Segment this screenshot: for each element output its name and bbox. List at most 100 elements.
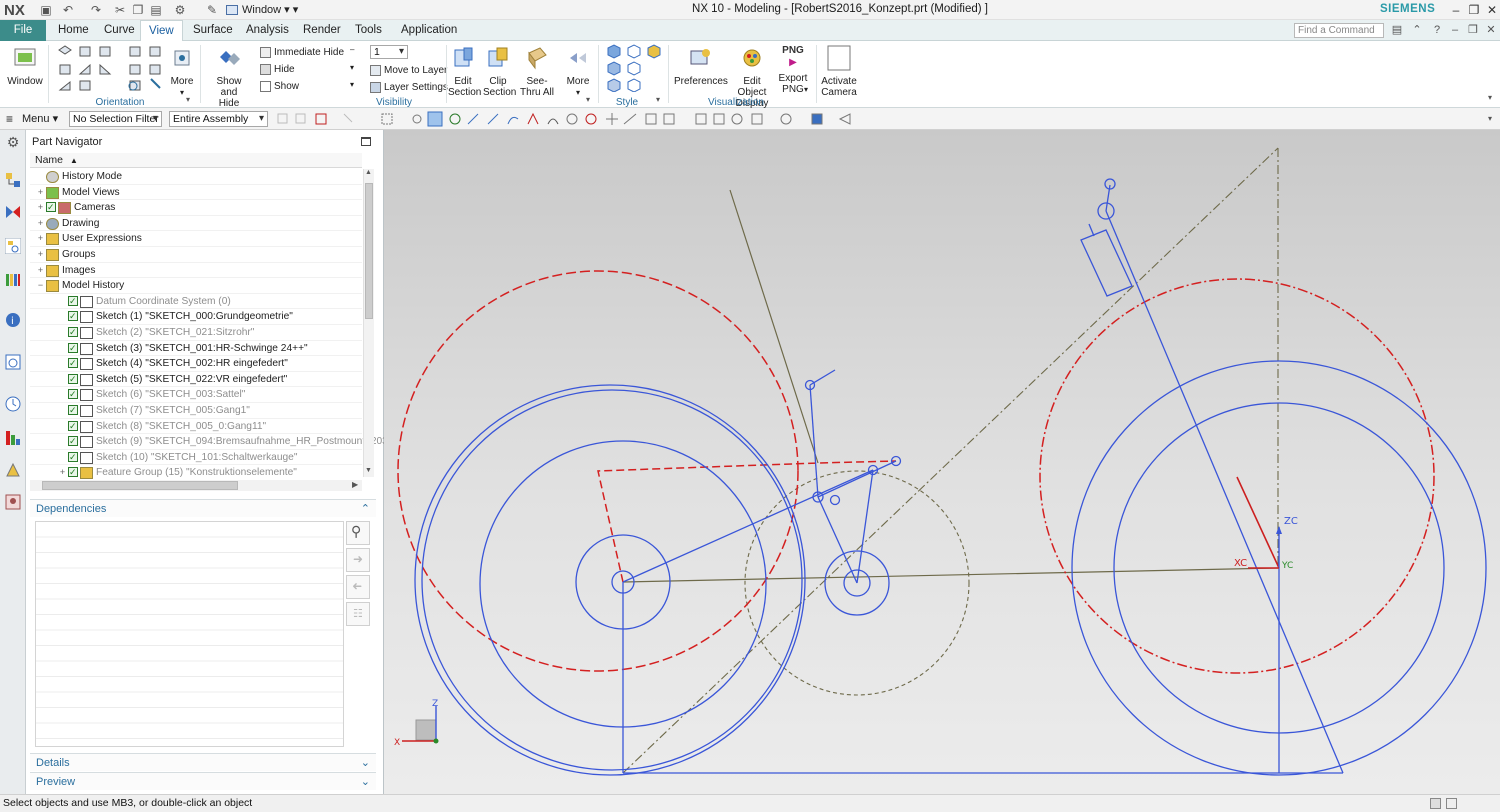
tab-application[interactable]: Application <box>393 20 465 41</box>
show-more-dropdown[interactable]: ▾ <box>350 80 354 89</box>
roles-icon[interactable] <box>5 494 21 510</box>
maximize-navigator-icon[interactable] <box>361 137 371 146</box>
name-column-header[interactable]: Name ▲ <box>30 153 362 168</box>
tree-row[interactable]: Sketch (9) "SKETCH_094:Bremsaufnahme_HR_… <box>30 434 408 450</box>
tab-file[interactable]: File <box>0 20 46 41</box>
tree-row[interactable]: + Feature Group (15) "Konstruktionselemen… <box>30 465 362 481</box>
status-icon-1[interactable] <box>1430 798 1441 809</box>
restore-button[interactable]: ❐ <box>1466 2 1482 18</box>
expand-toggle-icon[interactable]: + <box>58 465 67 480</box>
export-png-button[interactable]: PNG ▶ Export PNG ▾ <box>776 45 810 95</box>
hide-dropdown[interactable]: – <box>350 45 354 54</box>
work-layer-select[interactable]: 1 <box>370 45 408 59</box>
reuse-library-icon[interactable] <box>5 272 21 288</box>
process-studio-icon[interactable] <box>5 462 21 478</box>
orientation-more-button[interactable]: More ▾ <box>168 45 196 98</box>
part-navigator-icon[interactable] <box>5 238 21 254</box>
collapse-ribbon-icon[interactable]: ⌃ <box>1410 23 1424 37</box>
preview-panel-header[interactable]: Preview ⌄ <box>30 772 376 790</box>
visibility-checkbox[interactable] <box>68 372 78 387</box>
section-more-button[interactable]: More ▾ <box>564 45 592 98</box>
visibility-checkbox[interactable] <box>68 294 78 309</box>
tab-view[interactable]: View <box>140 20 183 42</box>
preferences-button[interactable]: Preferences <box>674 45 728 87</box>
bike-sketch-canvas[interactable]: ZC XC YC Z X <box>384 130 1500 794</box>
tab-home[interactable]: Home <box>50 20 97 41</box>
dependency-forward-button[interactable]: ➜ <box>346 548 370 572</box>
settings-gear-icon[interactable]: ⚙ <box>5 134 21 150</box>
visibility-checkbox[interactable] <box>68 341 78 356</box>
clip-section-button[interactable]: Clip Section <box>482 45 516 98</box>
dependency-tree-button[interactable]: ☷ <box>346 602 370 626</box>
visibility-checkbox[interactable] <box>68 309 78 324</box>
expand-toggle-icon[interactable]: + <box>36 231 45 246</box>
hd3d-tools-icon[interactable]: i <box>5 312 21 328</box>
tree-row[interactable]: Sketch (2) "SKETCH_021:Sitzrohr" <box>30 325 362 341</box>
tree-row[interactable]: + Cameras <box>30 200 362 216</box>
show-dropdown[interactable]: ▾ <box>350 63 354 72</box>
immediate-hide-button[interactable]: Immediate Hide <box>260 45 344 60</box>
tab-surface[interactable]: Surface <box>185 20 241 41</box>
status-icon-2[interactable] <box>1446 798 1457 809</box>
system-materials-icon[interactable] <box>5 430 21 446</box>
visibility-checkbox[interactable] <box>46 200 56 215</box>
doc-close-icon[interactable]: ✕ <box>1484 23 1498 37</box>
dependencies-panel-header[interactable]: Dependencies ⌃ <box>30 499 376 517</box>
tree-row[interactable]: Datum Coordinate System (0) <box>30 294 362 310</box>
tree-row[interactable]: + Drawing <box>30 216 362 232</box>
scroll-up-icon[interactable]: ▲ <box>365 169 372 176</box>
visibility-checkbox[interactable] <box>68 419 78 434</box>
tree-row[interactable]: Sketch (5) "SKETCH_022:VR eingefedert" <box>30 372 362 388</box>
move-to-layer-button[interactable]: Move to Layer <box>370 63 447 78</box>
dependency-find-button[interactable]: ⚲ <box>346 521 370 545</box>
navigator-vertical-scrollbar[interactable]: ▲ ▼ <box>363 169 374 477</box>
expand-toggle-icon[interactable]: + <box>36 216 45 231</box>
section-group-expander[interactable]: ▾ <box>586 95 590 104</box>
expand-toggle-icon[interactable]: − <box>36 278 45 293</box>
activate-camera-button[interactable]: Activate Camera <box>820 45 858 98</box>
tree-row[interactable]: − Model History <box>30 278 362 294</box>
graphics-window[interactable]: ZC XC YC Z X <box>384 130 1500 794</box>
menu-button[interactable]: ≡ Menu ▾ <box>6 111 58 127</box>
navigator-horizontal-scroll-thumb[interactable] <box>42 481 238 490</box>
doc-restore-icon[interactable]: ❐ <box>1466 23 1480 37</box>
visibility-checkbox[interactable] <box>68 450 78 465</box>
constraint-navigator-icon[interactable] <box>5 204 21 220</box>
visibility-checkbox[interactable] <box>68 465 78 480</box>
tree-row[interactable]: Sketch (3) "SKETCH_001:HR-Schwinge 24++" <box>30 341 362 357</box>
ribbon-options-icon[interactable]: ▤ <box>1390 23 1404 37</box>
minimize-button[interactable]: – <box>1448 2 1464 18</box>
tree-row[interactable]: + Groups <box>30 247 362 263</box>
hide-button[interactable]: Hide <box>260 62 295 77</box>
selection-scope-dropdown[interactable]: Entire Assembly <box>169 111 268 127</box>
tree-row[interactable]: History Mode <box>30 169 362 185</box>
see-thru-all-button[interactable]: See-Thru All <box>516 45 558 98</box>
tree-row[interactable]: Sketch (7) "SKETCH_005:Gang1" <box>30 403 362 419</box>
help-icon[interactable]: ? <box>1430 23 1444 37</box>
visibility-checkbox[interactable] <box>68 356 78 371</box>
expand-toggle-icon[interactable]: + <box>36 200 45 215</box>
tree-row[interactable]: Sketch (4) "SKETCH_002:HR eingefedert" <box>30 356 362 372</box>
expand-toggle-icon[interactable]: + <box>36 185 45 200</box>
tab-render[interactable]: Render <box>295 20 349 41</box>
scroll-right-icon[interactable]: ▶ <box>352 480 358 489</box>
orientation-group-expander[interactable]: ▾ <box>186 95 190 104</box>
view-triad[interactable] <box>402 706 439 744</box>
style-group-expander[interactable]: ▾ <box>656 95 660 104</box>
tab-tools[interactable]: Tools <box>347 20 390 41</box>
navigator-vertical-scroll-thumb[interactable] <box>365 183 373 319</box>
tree-row[interactable]: + Model Views <box>30 185 362 201</box>
tree-row[interactable]: + Images <box>30 263 362 279</box>
assembly-navigator-icon[interactable] <box>5 172 21 188</box>
expand-toggle-icon[interactable]: + <box>36 263 45 278</box>
visibility-checkbox[interactable] <box>68 387 78 402</box>
find-command-input[interactable]: Find a Command <box>1294 23 1384 38</box>
tab-analysis[interactable]: Analysis <box>238 20 297 41</box>
show-and-hide-button[interactable]: Show and Hide <box>206 45 252 109</box>
history-icon[interactable] <box>5 396 21 412</box>
edit-section-button[interactable]: Edit Section <box>446 45 481 98</box>
scroll-down-icon[interactable]: ▼ <box>365 467 372 474</box>
close-button[interactable]: ✕ <box>1484 2 1500 18</box>
web-browser-icon[interactable] <box>5 354 21 370</box>
tree-row[interactable]: + User Expressions <box>30 231 362 247</box>
